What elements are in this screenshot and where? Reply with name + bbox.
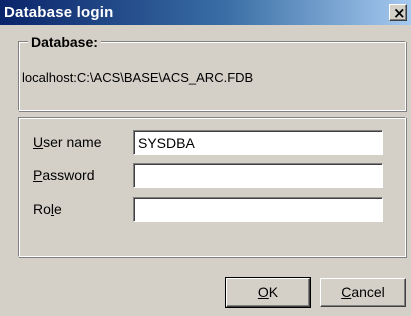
role-label: Role [33, 201, 62, 217]
database-path: localhost:C:\ACS\BASE\ACS_ARC.FDB [22, 70, 254, 85]
user-name-input[interactable] [133, 130, 383, 155]
dialog-body: Database: localhost:C:\ACS\BASE\ACS_ARC.… [0, 25, 411, 316]
password-label: Password [33, 167, 95, 183]
cancel-button[interactable]: Cancel [320, 278, 406, 307]
database-group-legend: Database: [28, 34, 101, 50]
window-title: Database login [4, 4, 114, 21]
password-input[interactable] [133, 163, 383, 188]
close-icon: × [393, 4, 406, 22]
user-name-label: User name [33, 134, 102, 150]
ok-button[interactable]: OK [225, 277, 311, 308]
role-input[interactable] [133, 197, 383, 222]
title-bar[interactable]: Database login × [0, 0, 411, 25]
close-button[interactable]: × [389, 4, 407, 22]
